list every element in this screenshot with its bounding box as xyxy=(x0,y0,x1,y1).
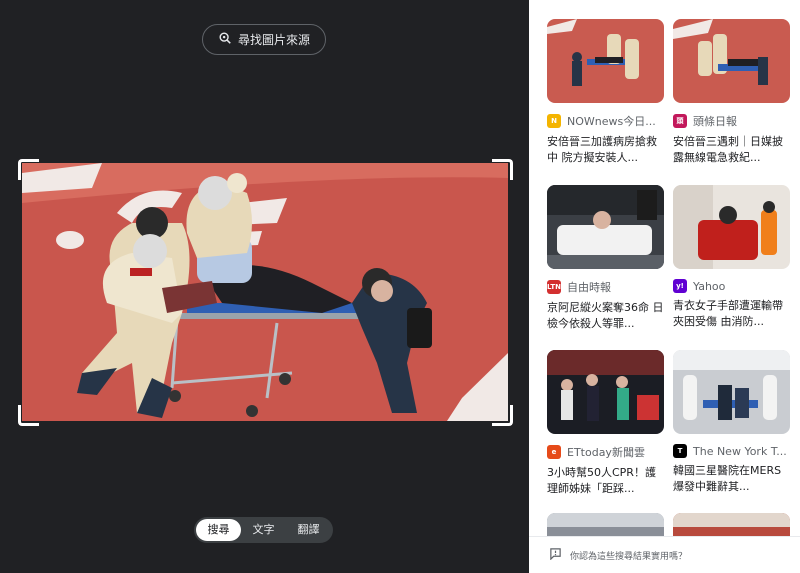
find-image-source-button[interactable]: 尋找圖片來源 xyxy=(202,24,326,55)
result-thumbnail[interactable] xyxy=(673,350,790,434)
nownews-icon: N xyxy=(547,114,561,128)
results-panel: N NOWnews今日... 安倍晉三加護病房搶救中 院方擬安裝人... 頭頭條日… xyxy=(529,0,800,573)
image-panel: 尋找圖片來源 搜尋 文字 翻譯 xyxy=(0,0,529,573)
result-thumbnail[interactable] xyxy=(673,185,790,269)
result-card[interactable]: e ETtoday新聞雲 3小時幫50人CPR！護理師姊妹「距踩... xyxy=(547,350,664,497)
result-source: 自由時報 xyxy=(567,281,611,294)
crop-handle-top-left[interactable] xyxy=(18,159,39,180)
result-source: Yahoo xyxy=(693,279,726,293)
mode-translate-tab[interactable]: 翻譯 xyxy=(286,519,331,541)
result-source: 頭條日報 xyxy=(693,115,737,128)
feedback-icon xyxy=(549,547,562,563)
result-source: ETtoday新聞雲 xyxy=(567,446,645,459)
ltn-icon: LTN xyxy=(547,280,561,294)
crop-handle-bottom-left[interactable] xyxy=(18,405,39,426)
find-image-source-label: 尋找圖片來源 xyxy=(237,33,310,47)
mode-switcher: 搜尋 文字 翻譯 xyxy=(194,517,333,543)
result-thumbnail[interactable] xyxy=(673,19,790,103)
mode-text-tab[interactable]: 文字 xyxy=(241,519,286,541)
lens-search-icon xyxy=(218,31,232,48)
result-card[interactable]: 頭頭條日報 安倍晉三遇刺｜日媒披露無線電急救紀... xyxy=(673,19,790,166)
nyt-icon: T xyxy=(673,444,687,458)
result-title[interactable]: 京阿尼縱火案奪36命 日檢今依殺人等罪... xyxy=(547,300,664,332)
result-title[interactable]: 青衣女子手部遭運輸帶夾困受傷 由消防... xyxy=(673,298,790,330)
crop-handle-top-right[interactable] xyxy=(492,159,513,180)
mode-search-tab[interactable]: 搜尋 xyxy=(196,519,241,541)
result-card[interactable]: N NOWnews今日... 安倍晉三加護病房搶救中 院方擬安裝人... xyxy=(547,19,664,166)
result-card[interactable]: T The New York T... 韓國三星醫院在MERS爆發中難辭其... xyxy=(673,350,790,495)
result-title[interactable]: 3小時幫50人CPR！護理師姊妹「距踩... xyxy=(547,465,664,497)
yahoo-icon: y! xyxy=(673,279,687,293)
query-image[interactable] xyxy=(22,163,508,421)
result-thumbnail[interactable] xyxy=(547,19,664,103)
crop-handle-bottom-right[interactable] xyxy=(492,405,513,426)
result-card[interactable]: LTN 自由時報 京阿尼縱火案奪36命 日檢今依殺人等罪... xyxy=(547,185,664,332)
headline-daily-icon: 頭 xyxy=(673,114,687,128)
result-title[interactable]: 安倍晉三遇刺｜日媒披露無線電急救紀... xyxy=(673,134,790,166)
feedback-label: 你認為這些搜尋結果實用嗎？ xyxy=(570,551,688,562)
result-title[interactable]: 安倍晉三加護病房搶救中 院方擬安裝人... xyxy=(547,134,664,166)
result-card[interactable]: y! Yahoo 青衣女子手部遭運輸帶夾困受傷 由消防... xyxy=(673,185,790,330)
result-source: NOWnews今日... xyxy=(567,115,656,128)
feedback-bar[interactable]: 你認為這些搜尋結果實用嗎？ xyxy=(529,536,800,573)
result-title[interactable]: 韓國三星醫院在MERS爆發中難辭其... xyxy=(673,463,790,495)
ettoday-icon: e xyxy=(547,445,561,459)
result-thumbnail[interactable] xyxy=(547,185,664,269)
result-source: The New York T... xyxy=(693,444,787,458)
result-thumbnail[interactable] xyxy=(547,350,664,434)
